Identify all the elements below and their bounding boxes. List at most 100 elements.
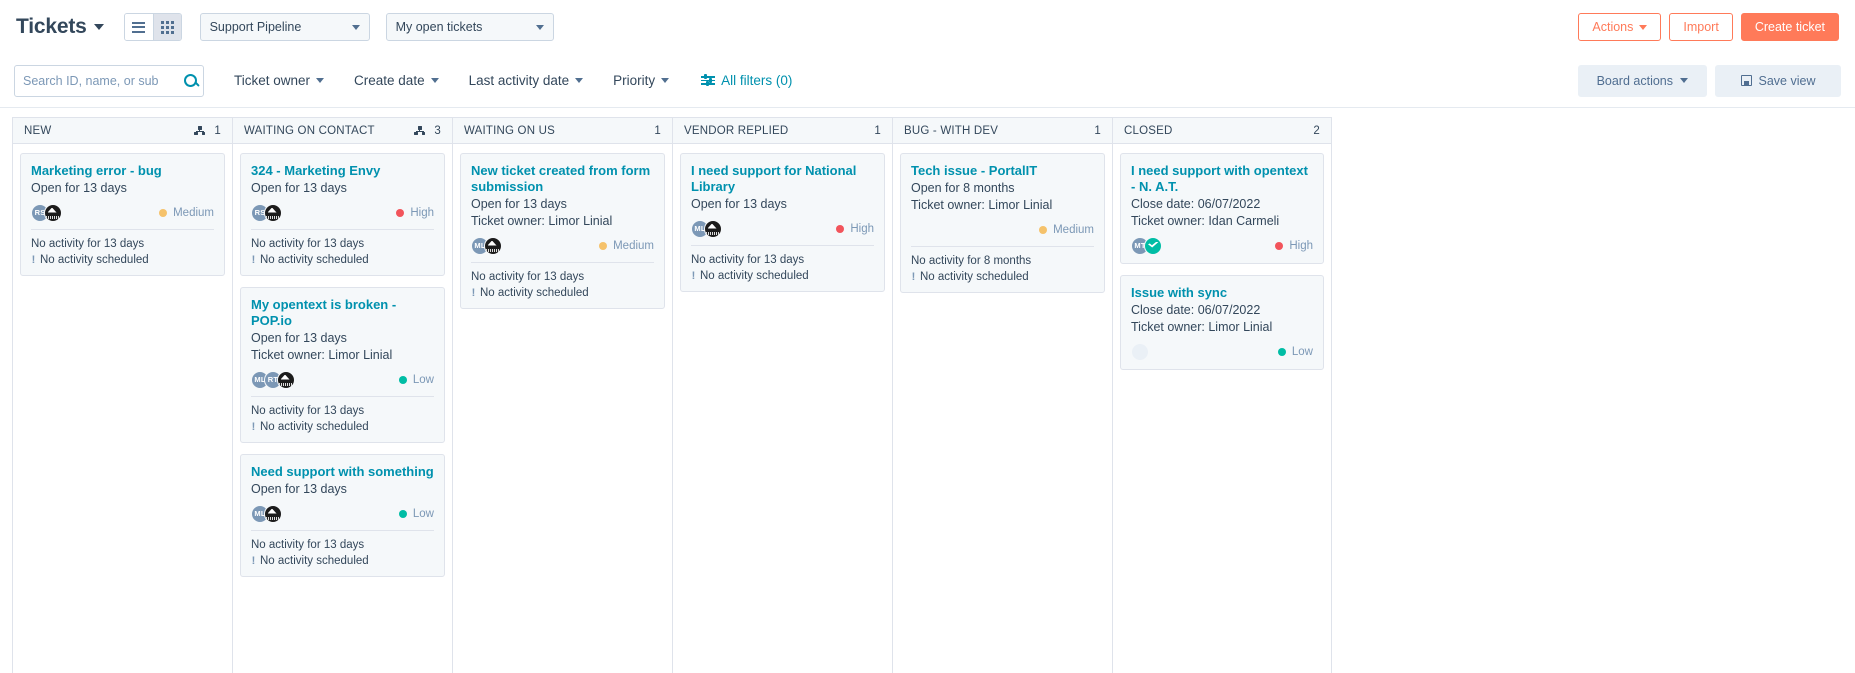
board-actions-button[interactable]: Board actions bbox=[1577, 64, 1707, 97]
page-title-dropdown[interactable]: Tickets bbox=[16, 15, 104, 39]
filter-priority[interactable]: Priority bbox=[613, 73, 670, 88]
ticket-card[interactable]: Issue with sync Close date: 06/07/2022 Tic… bbox=[1120, 275, 1324, 370]
top-bar: Tickets Support Pipeline My open tickets… bbox=[0, 0, 1855, 54]
view-select[interactable]: My open tickets bbox=[385, 13, 554, 41]
ticket-meta-row: ML High bbox=[691, 218, 874, 239]
ticket-title[interactable]: New ticket created from form submission bbox=[471, 163, 654, 195]
ticket-activity-footer: No activity for 8 months! No activity sch… bbox=[911, 246, 1094, 285]
avatar-group: ML bbox=[691, 219, 722, 238]
ticket-owner: Ticket owner: Limor Linial bbox=[911, 198, 1053, 212]
chevron-down-icon bbox=[316, 78, 325, 83]
column-count: 3 bbox=[434, 124, 441, 137]
ticket-open-duration: Open for 13 days bbox=[31, 181, 127, 195]
company-avatar[interactable] bbox=[264, 203, 282, 222]
scheduled-activity-row: ! No activity scheduled bbox=[251, 419, 434, 435]
priority-dot-icon bbox=[398, 375, 407, 384]
search-input[interactable] bbox=[23, 73, 184, 88]
company-avatar[interactable] bbox=[1144, 236, 1162, 255]
ticket-title[interactable]: Need support with something bbox=[251, 464, 434, 480]
list-view-button[interactable] bbox=[124, 14, 153, 40]
ticket-card[interactable]: 324 - Marketing Envy Open for 13 days RS Hi… bbox=[240, 153, 445, 276]
company-avatar[interactable] bbox=[264, 504, 282, 523]
priority-dot-icon bbox=[396, 208, 405, 217]
ticket-card[interactable]: I need support for National Library Open … bbox=[680, 153, 885, 292]
priority-dot-icon bbox=[836, 224, 845, 233]
ticket-card[interactable]: Need support with something Open for 13 d… bbox=[240, 454, 445, 577]
search-box[interactable] bbox=[14, 64, 204, 97]
filter-ticket-owner[interactable]: Ticket owner bbox=[234, 73, 325, 88]
column-header: CLOSED 2 bbox=[1113, 118, 1331, 144]
filter-last-activity-date-label: Last activity date bbox=[468, 73, 570, 88]
workflow-icon bbox=[414, 126, 426, 135]
ticket-title[interactable]: Tech issue - PortalIT bbox=[911, 163, 1094, 179]
company-avatar[interactable] bbox=[277, 370, 295, 389]
priority-label: High bbox=[1289, 239, 1313, 252]
avatar-group bbox=[1131, 342, 1149, 361]
save-view-label: Save view bbox=[1758, 73, 1816, 88]
ticket-meta-row: Low bbox=[1131, 341, 1313, 362]
all-filters-button[interactable]: All filters (0) bbox=[701, 73, 792, 88]
chevron-down-icon bbox=[1639, 24, 1648, 30]
column-count: 1 bbox=[654, 124, 661, 137]
avatar-group: ML bbox=[251, 504, 282, 523]
ticket-card[interactable]: Tech issue - PortalIT Open for 8 months Ti… bbox=[900, 153, 1105, 293]
scheduled-activity-text: No activity scheduled bbox=[260, 555, 369, 567]
ticket-title[interactable]: I need support with opentext - N. A.T. bbox=[1131, 163, 1313, 195]
ticket-title[interactable]: I need support for National Library bbox=[691, 163, 874, 195]
scheduled-activity-row: ! No activity scheduled bbox=[251, 252, 434, 268]
last-activity-text: No activity for 13 days bbox=[251, 405, 365, 417]
filter-last-activity-date[interactable]: Last activity date bbox=[469, 73, 584, 88]
avatar-group: RS bbox=[31, 203, 62, 222]
board-column: WAITING ON US 1 New ticket created from fo… bbox=[452, 117, 672, 673]
column-count: 1 bbox=[1094, 124, 1101, 137]
priority-label: Low bbox=[412, 373, 434, 386]
ticket-open-duration: Open for 13 days bbox=[691, 197, 787, 211]
column-header: BUG - WITH DEV 1 bbox=[893, 118, 1112, 144]
ticket-meta-row: MT High bbox=[1131, 235, 1313, 256]
workflow-icon bbox=[194, 126, 206, 135]
scheduled-activity-row: ! No activity scheduled bbox=[691, 268, 874, 284]
alert-icon: ! bbox=[251, 555, 256, 567]
ticket-title[interactable]: Issue with sync bbox=[1131, 285, 1313, 301]
ticket-card[interactable]: My opentext is broken - POP.io Open for 1… bbox=[240, 287, 445, 443]
search-icon[interactable] bbox=[184, 74, 197, 87]
avatar-placeholder[interactable] bbox=[1131, 342, 1149, 361]
ticket-title[interactable]: Marketing error - bug bbox=[31, 163, 214, 179]
ticket-close-date: Close date: 06/07/2022 bbox=[1131, 303, 1261, 317]
ticket-activity-footer: No activity for 13 days ! No activity sche… bbox=[251, 396, 434, 435]
import-button-label: Import bbox=[1683, 20, 1719, 34]
view-toggle[interactable] bbox=[123, 13, 182, 41]
scheduled-activity-text: No activity scheduled bbox=[480, 287, 589, 299]
scheduled-activity-text: No activity scheduled bbox=[920, 271, 1029, 283]
ticket-title[interactable]: 324 - Marketing Envy bbox=[251, 163, 434, 179]
company-avatar[interactable] bbox=[44, 203, 62, 222]
save-view-button[interactable]: Save view bbox=[1715, 64, 1841, 97]
ticket-card[interactable]: New ticket created from form submission O… bbox=[460, 153, 665, 309]
import-button[interactable]: Import bbox=[1669, 13, 1733, 41]
column-cards: I need support for National Library Open … bbox=[673, 144, 892, 673]
priority-label: High bbox=[850, 222, 874, 235]
create-ticket-label: Create ticket bbox=[1754, 20, 1825, 34]
alert-icon: ! bbox=[251, 421, 256, 433]
column-cards: 324 - Marketing Envy Open for 13 days RS Hi… bbox=[233, 144, 452, 673]
priority-indicator: High bbox=[1275, 240, 1313, 252]
company-avatar[interactable] bbox=[484, 236, 502, 255]
ticket-open-duration: Open for 8 months bbox=[911, 181, 1015, 195]
column-header: WAITING ON US 1 bbox=[453, 118, 672, 144]
priority-dot-icon bbox=[398, 509, 407, 518]
create-ticket-button[interactable]: Create ticket bbox=[1740, 13, 1839, 41]
filter-create-date[interactable]: Create date bbox=[354, 73, 439, 88]
priority-indicator: Low bbox=[398, 373, 434, 386]
ticket-owner: Ticket owner: Limor Linial bbox=[1131, 320, 1273, 334]
ticket-title[interactable]: My opentext is broken - POP.io bbox=[251, 297, 434, 329]
board-view-button[interactable] bbox=[152, 14, 181, 40]
last-activity-text: No activity for 13 days bbox=[471, 271, 585, 283]
column-count: 1 bbox=[214, 124, 221, 137]
column-count: 2 bbox=[1313, 124, 1320, 137]
ticket-card[interactable]: I need support with opentext - N. A.T. Cl… bbox=[1120, 153, 1324, 264]
company-avatar[interactable] bbox=[704, 219, 722, 238]
pipeline-select[interactable]: Support Pipeline bbox=[199, 13, 370, 41]
ticket-card[interactable]: Marketing error - bug Open for 13 days RS M… bbox=[20, 153, 225, 276]
actions-button[interactable]: Actions bbox=[1578, 13, 1662, 41]
list-icon bbox=[132, 21, 146, 33]
